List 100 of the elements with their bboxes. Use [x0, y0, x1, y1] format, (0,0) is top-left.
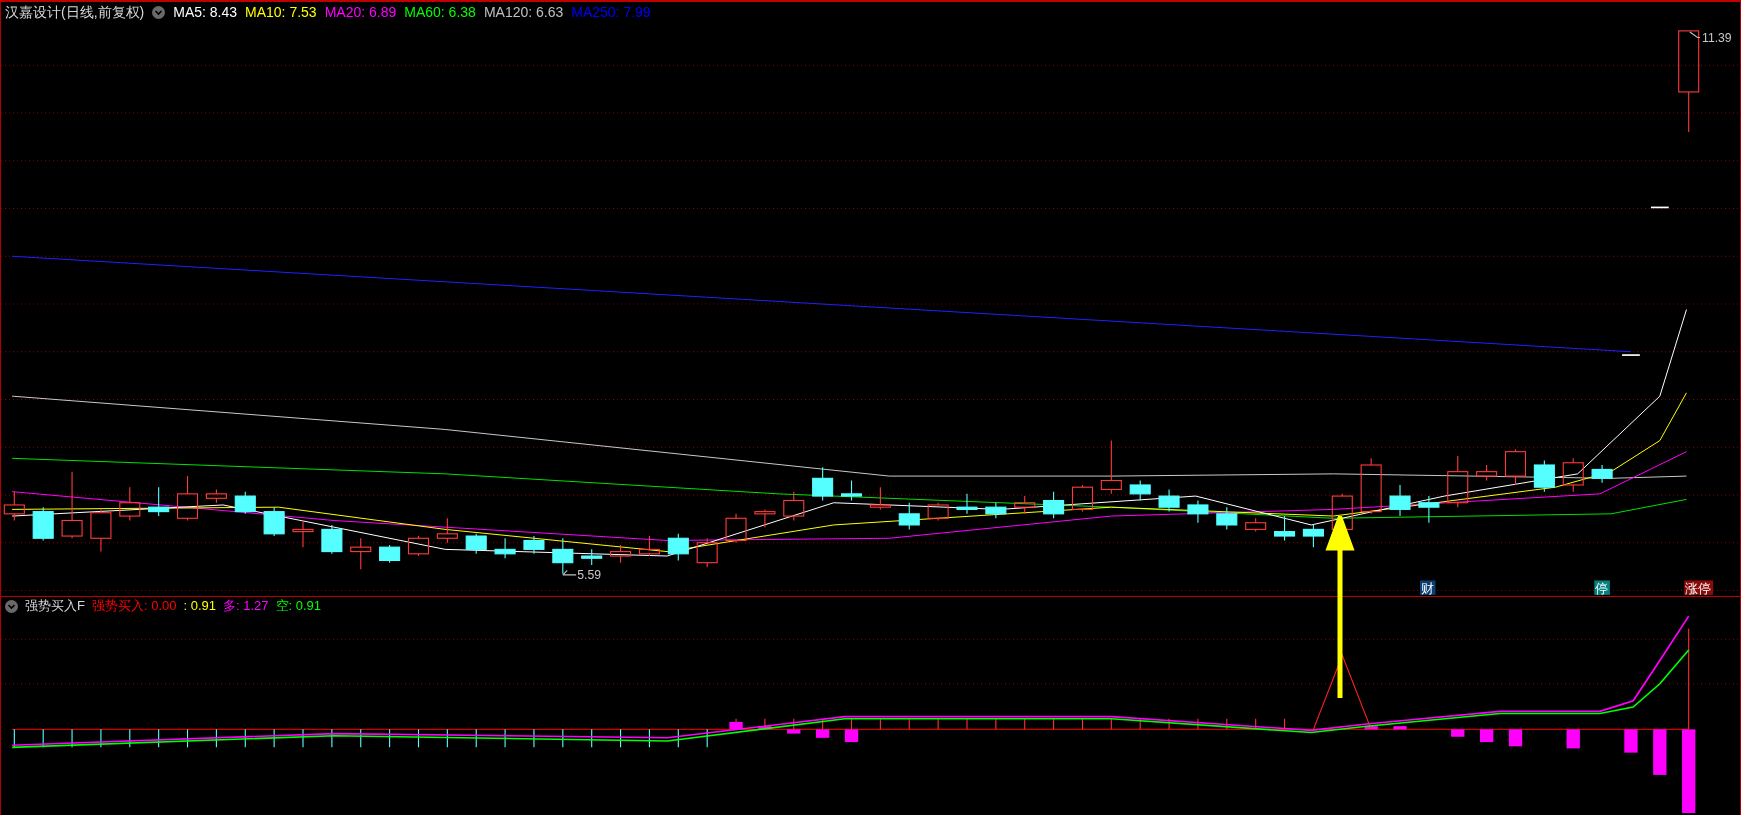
signal-tag: 财: [1420, 580, 1436, 596]
histogram-line: [273, 728, 275, 748]
candlestick: [1014, 495, 1036, 515]
candlestick: [1158, 488, 1180, 513]
candlestick: [869, 486, 891, 510]
indicator-name: 强势买入F: [25, 597, 85, 616]
histogram-bar: [1624, 729, 1638, 753]
histogram-line: [1139, 718, 1141, 730]
histogram-line: [591, 728, 593, 748]
candlestick: [177, 475, 199, 522]
histogram-line: [504, 728, 506, 748]
histogram-line: [562, 728, 564, 748]
signal-tag: 停: [1594, 580, 1610, 596]
histogram-line: [533, 728, 535, 748]
candlestick: [725, 513, 747, 544]
price-marker-icon: [562, 569, 577, 576]
indicator-value: 强势买入: 0.00: [91, 597, 177, 616]
histogram-line: [908, 718, 910, 730]
candlestick: [1591, 464, 1613, 484]
candlestick: [898, 502, 920, 530]
histogram-line: [677, 728, 679, 748]
histogram-line: [648, 728, 650, 748]
candlestick: [1245, 517, 1267, 533]
histogram-line: [446, 728, 448, 748]
chart-title: 汉嘉设计(日线,前复权): [5, 2, 145, 22]
histogram-bar: [1393, 726, 1407, 730]
dropdown-icon[interactable]: [152, 5, 166, 19]
price-dash: [1650, 206, 1670, 209]
histogram-bar: [1653, 729, 1667, 775]
candlestick: [667, 533, 689, 562]
signal-tag: 涨停: [1684, 580, 1714, 596]
candlestick: [754, 508, 776, 528]
candlestick: [840, 479, 863, 502]
candlestick: [812, 466, 834, 502]
histogram-bar: [1364, 726, 1378, 730]
histogram-line: [1284, 718, 1286, 730]
candlestick: [638, 535, 660, 557]
histogram-line: [244, 728, 246, 748]
indicator-value: 多: 1.27: [223, 597, 269, 616]
candlestick: [119, 486, 141, 522]
candlestick: [379, 544, 401, 564]
price-label: 11.39: [1702, 31, 1732, 45]
histogram-line: [389, 728, 391, 748]
candlestick: [32, 506, 54, 542]
histogram-line: [71, 728, 73, 748]
candlestick: [956, 493, 978, 515]
candlestick: [263, 506, 285, 537]
candlestick: [985, 502, 1007, 519]
moving-average-value: MA60: 6.38: [404, 2, 476, 22]
candlestick: [90, 508, 112, 553]
candlestick: [1418, 495, 1440, 524]
histogram-bar: [1508, 729, 1523, 747]
candlestick: [350, 537, 372, 570]
histogram-line: [475, 728, 477, 748]
moving-average-value: MA5: 8.43: [173, 2, 238, 22]
moving-average-value: MA250: 7.99: [571, 2, 651, 22]
candlestick: [1476, 464, 1498, 482]
histogram-line: [995, 718, 997, 730]
candlestick: [292, 519, 314, 548]
histogram-line: [331, 728, 333, 748]
candlestick: [696, 537, 718, 568]
candlestick: [3, 491, 25, 522]
histogram-line: [100, 728, 102, 748]
candlestick: [1216, 506, 1238, 530]
candlestick: [1187, 499, 1209, 524]
histogram-bar: [758, 726, 772, 730]
candlestick: [1562, 457, 1584, 493]
candlestick: [61, 471, 83, 539]
histogram-line: [966, 718, 968, 730]
candlestick: [1274, 515, 1296, 542]
candlestick: [321, 524, 343, 555]
candlestick: [1360, 457, 1382, 515]
candlestick: [465, 533, 487, 555]
histogram-line: [1197, 718, 1199, 730]
moving-average-value: MA120: 6.63: [483, 2, 564, 22]
candlestick: [148, 486, 170, 517]
candlestick: [523, 535, 545, 555]
candlestick: [494, 537, 516, 559]
histogram-line: [302, 728, 304, 748]
candlestick: [1071, 484, 1093, 513]
indicator-value: : 0.91: [183, 597, 216, 616]
candlestick: [927, 502, 949, 522]
histogram-line: [187, 728, 189, 748]
histogram-bar: [816, 729, 830, 738]
histogram-bar: [1451, 729, 1465, 737]
histogram-line: [1226, 718, 1228, 730]
candlestick: [552, 537, 574, 575]
dropdown-icon[interactable]: [5, 599, 18, 613]
candlestick: [436, 517, 458, 544]
moving-average-value: MA20: 6.89: [324, 2, 397, 22]
histogram-line: [793, 718, 795, 730]
candlestick: [581, 548, 603, 566]
price-label: 5.59: [577, 568, 602, 583]
histogram-line: [1081, 718, 1083, 730]
candlestick: [1447, 455, 1469, 508]
histogram-line: [1255, 718, 1257, 730]
histogram-bar: [1479, 729, 1494, 743]
histogram-line: [129, 728, 131, 748]
candlestick: [407, 535, 430, 557]
moving-average-value: MA10: 7.53: [245, 2, 317, 22]
